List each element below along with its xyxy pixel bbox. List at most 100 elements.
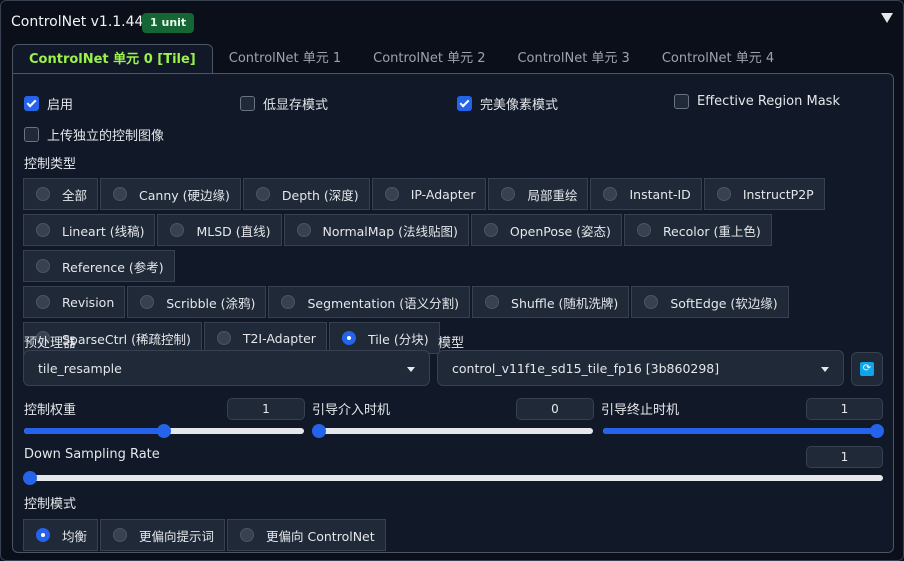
model-dropdown[interactable]: control_v11f1e_sd15_tile_fp16 [3b860298] xyxy=(437,350,844,386)
control-type-option-mlsd[interactable]: MLSD (直线) xyxy=(157,214,282,246)
radio-unselected-icon xyxy=(36,187,50,201)
control-mode-option-3[interactable]: 更偏向 ControlNet xyxy=(227,519,386,551)
control-mode-option-2[interactable]: 更偏向提示词 xyxy=(100,519,226,551)
option-label: Recolor (重上色) xyxy=(662,223,761,239)
control-type-option-depth[interactable]: Depth (深度) xyxy=(242,178,370,210)
radio-unselected-icon xyxy=(113,528,128,542)
start-input[interactable]: 0 xyxy=(516,398,594,420)
option-label: T2I-Adapter xyxy=(242,330,316,346)
radio-unselected-icon xyxy=(36,295,50,309)
radio-unselected-icon xyxy=(384,187,399,201)
pixel-perfect-checkbox[interactable]: 完美像素模式 xyxy=(457,94,558,113)
option-label: 局部重绘 xyxy=(527,187,578,203)
control-type-option-canny[interactable]: Canny (硬边缘) xyxy=(100,178,241,210)
option-label: 均衡 xyxy=(62,528,88,544)
end-slider[interactable] xyxy=(603,424,884,438)
option-label: Scribble (涂鸦) xyxy=(166,295,256,311)
control-type-option-softedge[interactable]: SoftEdge (软边缘) xyxy=(631,286,789,318)
radio-unselected-icon xyxy=(501,187,516,201)
control-type-option-scribble[interactable]: Scribble (涂鸦) xyxy=(127,286,267,318)
preprocessor-dropdown[interactable]: tile_resample xyxy=(23,350,430,386)
lowvram-label: 低显存模式 xyxy=(263,98,329,113)
control-type-option-shuffle[interactable]: Shuffle (随机洗牌) xyxy=(472,286,630,318)
option-label: NormalMap (法线贴图) xyxy=(322,223,458,239)
slider-thumb[interactable] xyxy=(312,424,326,438)
option-label: 全部 xyxy=(62,187,88,203)
control-type-option-instant-id[interactable]: Instant-ID xyxy=(590,178,702,210)
control-mode-radio-group: 均衡 更偏向提示词 更偏向 ControlNet xyxy=(23,519,523,555)
tab-unit-3[interactable]: ControlNet 单元 3 xyxy=(501,44,645,73)
region-mask-label: Effective Region Mask xyxy=(697,94,840,109)
radio-unselected-icon xyxy=(281,295,296,309)
control-type-option-recolor[interactable]: Recolor (重上色) xyxy=(623,214,772,246)
control-type-option-revision[interactable]: Revision xyxy=(23,286,126,318)
slider-thumb[interactable] xyxy=(870,424,884,438)
model-label: 模型 xyxy=(438,336,465,351)
option-label: Lineart (线稿) xyxy=(62,223,145,239)
enable-checkbox[interactable]: 启用 xyxy=(24,94,73,113)
radio-unselected-icon xyxy=(296,223,311,237)
option-label: SoftEdge (软边缘) xyxy=(670,295,778,311)
checkbox-checked-icon xyxy=(457,96,472,111)
region-mask-checkbox[interactable]: Effective Region Mask xyxy=(674,94,840,109)
control-type-option-reference[interactable]: Reference (参考) xyxy=(23,250,175,282)
radio-unselected-icon xyxy=(603,187,618,201)
refresh-models-button[interactable]: ⟳ xyxy=(851,352,883,386)
down-sampling-slider[interactable] xyxy=(23,471,883,485)
radio-unselected-icon xyxy=(216,331,231,345)
control-type-option-lineart[interactable]: Lineart (线稿) xyxy=(23,214,156,246)
radio-unselected-icon xyxy=(36,259,50,273)
radio-unselected-icon xyxy=(483,223,498,237)
unit-tabs: ControlNet 单元 0 [Tile] ControlNet 单元 1 C… xyxy=(12,44,790,75)
radio-unselected-icon xyxy=(636,223,651,237)
unit-count-badge: 1 unit xyxy=(142,13,195,33)
lowvram-checkbox[interactable]: 低显存模式 xyxy=(240,94,328,113)
preprocessor-value: tile_resample xyxy=(38,360,122,376)
tab-unit-2[interactable]: ControlNet 单元 2 xyxy=(357,44,501,73)
option-label: InstructP2P xyxy=(742,186,814,202)
radio-selected-icon xyxy=(36,528,50,542)
control-type-option-segmentation[interactable]: Segmentation (语义分割) xyxy=(268,286,471,318)
panel-title[interactable]: ControlNet v1.1.449 xyxy=(11,14,152,30)
chevron-down-icon xyxy=(821,367,829,372)
control-type-option-option[interactable]: 局部重绘 xyxy=(488,178,589,210)
option-label: Tile (分块) xyxy=(367,331,429,347)
weight-input[interactable]: 1 xyxy=(227,398,305,420)
control-type-option-option[interactable]: 全部 xyxy=(23,178,99,210)
upload-independent-label: 上传独立的控制图像 xyxy=(47,129,165,144)
control-mode-option-1[interactable]: 均衡 xyxy=(23,519,99,551)
collapse-triangle-icon[interactable] xyxy=(881,13,893,23)
weight-slider[interactable] xyxy=(24,424,304,438)
control-type-option-normalmap[interactable]: NormalMap (法线贴图) xyxy=(283,214,469,246)
control-mode-label: 控制模式 xyxy=(24,497,77,512)
control-type-option-ip-adapter[interactable]: IP-Adapter xyxy=(371,178,487,210)
down-sampling-label: Down Sampling Rate xyxy=(24,447,160,462)
down-sampling-input[interactable]: 1 xyxy=(806,446,883,468)
control-type-option-instructp2p[interactable]: InstructP2P xyxy=(703,178,825,210)
radio-unselected-icon xyxy=(716,187,731,201)
end-label: 引导终止时机 xyxy=(601,403,680,418)
control-type-label: 控制类型 xyxy=(24,157,77,172)
option-label: SparseCtrl (稀疏控制) xyxy=(62,331,191,347)
tab-unit-4[interactable]: ControlNet 单元 4 xyxy=(646,44,790,73)
end-input[interactable]: 1 xyxy=(806,398,883,420)
slider-thumb[interactable] xyxy=(23,471,37,485)
preprocessor-label: 预处理器 xyxy=(24,336,77,351)
refresh-icon: ⟳ xyxy=(860,362,874,376)
upload-independent-checkbox[interactable]: 上传独立的控制图像 xyxy=(24,125,164,144)
chevron-down-icon xyxy=(407,367,415,372)
radio-unselected-icon xyxy=(36,223,50,237)
control-type-option-openpose[interactable]: OpenPose (姿态) xyxy=(470,214,622,246)
weight-label: 控制权重 xyxy=(24,403,77,418)
option-label: OpenPose (姿态) xyxy=(509,223,611,239)
pixel-perfect-label: 完美像素模式 xyxy=(480,98,559,113)
slider-thumb[interactable] xyxy=(157,424,171,438)
tab-unit-1[interactable]: ControlNet 单元 1 xyxy=(213,44,357,73)
option-label: 更偏向 ControlNet xyxy=(266,528,375,544)
start-slider[interactable] xyxy=(312,424,593,438)
model-value: control_v11f1e_sd15_tile_fp16 [3b860298] xyxy=(452,360,720,376)
controlnet-panel: ControlNet v1.1.449 1 unit ControlNet 单元… xyxy=(0,0,904,561)
option-label: Instant-ID xyxy=(629,186,691,202)
tab-unit-0[interactable]: ControlNet 单元 0 [Tile] xyxy=(12,44,213,75)
radio-unselected-icon xyxy=(113,187,128,201)
